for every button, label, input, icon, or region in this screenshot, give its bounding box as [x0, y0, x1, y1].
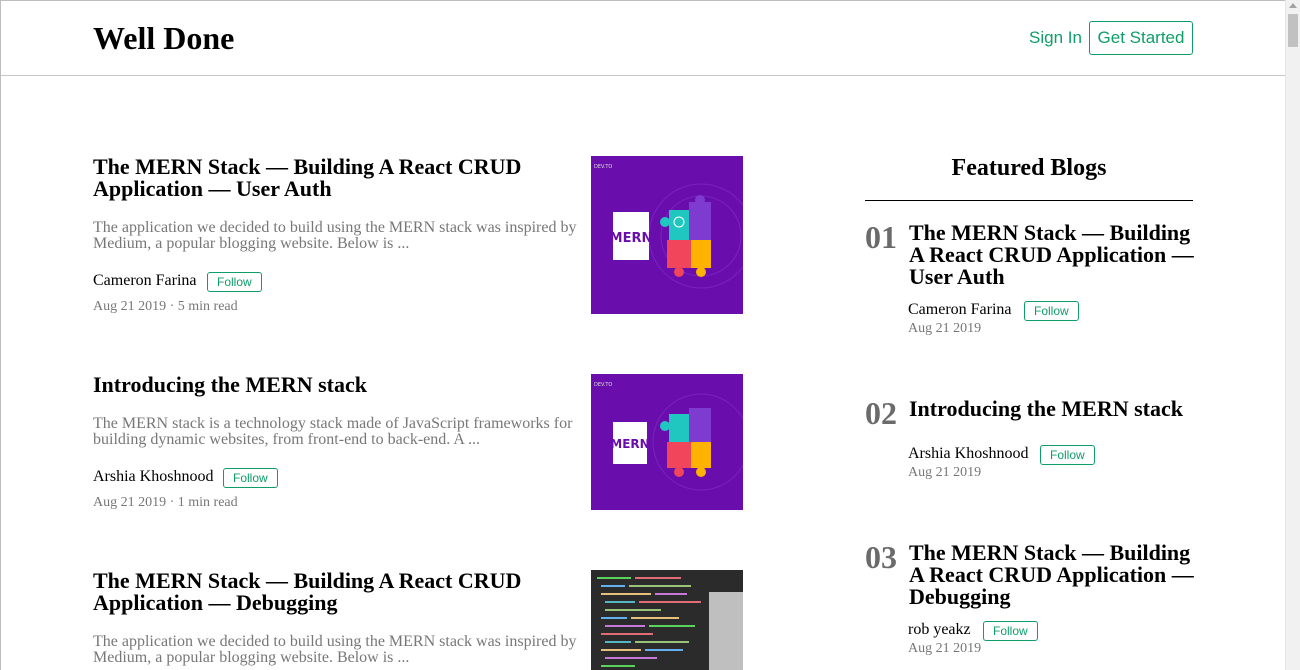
svg-text:DEV.TO: DEV.TO — [594, 382, 612, 388]
article-title[interactable]: Introducing the MERN stack — [93, 374, 573, 396]
article-excerpt: The MERN stack is a technology stack mad… — [93, 415, 573, 448]
article-meta: Aug 21 2019 · 1 min read — [93, 495, 238, 510]
sign-in-link[interactable]: Sign In — [1029, 27, 1082, 49]
featured-divider — [865, 200, 1193, 201]
featured-author[interactable]: Cameron Farina — [908, 301, 1012, 319]
featured-title[interactable]: Introducing the MERN stack — [909, 398, 1195, 420]
featured-number: 03 — [865, 539, 897, 575]
article-author[interactable]: Cameron Farina — [93, 272, 197, 290]
featured-item[interactable]: 02 Introducing the MERN stack Arshia Kho… — [865, 395, 1195, 488]
featured-heading: Featured Blogs — [951, 155, 1107, 181]
follow-button[interactable]: Follow — [983, 621, 1038, 641]
article-thumbnail[interactable]: DEV.TO mern — [591, 374, 743, 510]
featured-date: Aug 21 2019 — [908, 465, 982, 480]
featured-title[interactable]: The MERN Stack — Building A React CRUD A… — [909, 222, 1195, 288]
article-card[interactable]: The MERN Stack — Building A React CRUD A… — [93, 570, 745, 670]
article-thumbnail[interactable]: DEV.TO mern — [591, 156, 743, 314]
vertical-scrollbar[interactable] — [1285, 0, 1300, 670]
article-excerpt: The application we decided to build usin… — [93, 633, 577, 666]
mern-puzzle-image: DEV.TO mern — [591, 156, 743, 314]
svg-text:mern: mern — [610, 231, 653, 246]
scroll-up-arrow-icon[interactable] — [1289, 3, 1297, 8]
site-header: Well Done Sign In Get Started — [1, 1, 1285, 76]
get-started-button[interactable]: Get Started — [1089, 21, 1193, 55]
featured-author[interactable]: Arshia Khoshnood — [908, 445, 1028, 463]
featured-date: Aug 21 2019 — [908, 321, 982, 336]
article-title[interactable]: The MERN Stack — Building A React CRUD A… — [93, 570, 573, 614]
article-excerpt: The application we decided to build usin… — [93, 219, 577, 252]
featured-item[interactable]: 03 The MERN Stack — Building A React CRU… — [865, 539, 1195, 670]
follow-button[interactable]: Follow — [207, 272, 262, 292]
featured-author[interactable]: rob yeakz — [908, 621, 971, 639]
featured-number: 01 — [865, 219, 897, 255]
follow-button[interactable]: Follow — [223, 468, 278, 488]
article-thumbnail[interactable] — [591, 570, 743, 670]
window-border-left — [0, 0, 1, 670]
featured-item[interactable]: 01 The MERN Stack — Building A React CRU… — [865, 219, 1195, 342]
svg-text:mern: mern — [610, 437, 649, 451]
featured-date: Aug 21 2019 — [908, 641, 982, 656]
article-meta: Aug 21 2019 · 5 min read — [93, 299, 238, 314]
site-logo[interactable]: Well Done — [93, 19, 234, 57]
featured-title[interactable]: The MERN Stack — Building A React CRUD A… — [909, 542, 1195, 608]
svg-text:DEV.TO: DEV.TO — [594, 164, 612, 170]
mern-puzzle-image: DEV.TO mern — [591, 374, 743, 510]
follow-button[interactable]: Follow — [1024, 301, 1079, 321]
featured-number: 02 — [865, 395, 897, 431]
article-card[interactable]: The MERN Stack — Building A React CRUD A… — [93, 156, 745, 316]
follow-button[interactable]: Follow — [1040, 445, 1095, 465]
article-title[interactable]: The MERN Stack — Building A React CRUD A… — [93, 156, 573, 200]
scrollbar-thumb[interactable] — [1288, 14, 1298, 47]
article-card[interactable]: Introducing the MERN stack The MERN stac… — [93, 374, 745, 514]
code-screen-image — [591, 570, 743, 670]
article-author[interactable]: Arshia Khoshnood — [93, 468, 213, 486]
